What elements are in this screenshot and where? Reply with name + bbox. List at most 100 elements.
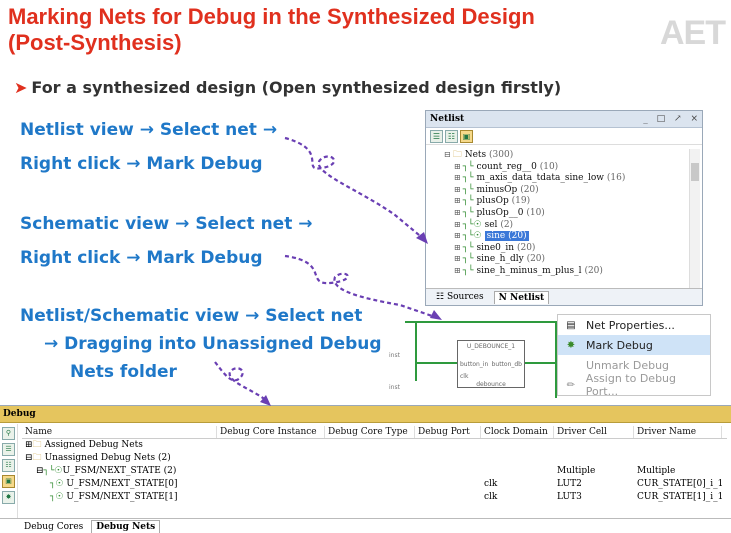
tree-item-sine[interactable]: ⊞ ┐└☉ sine (20) — [444, 230, 688, 242]
collapse-toggle-icon[interactable]: ⊟ — [36, 466, 44, 476]
arrow-drag — [214, 361, 269, 403]
expand-toggle-icon[interactable]: ⊞ — [454, 196, 461, 205]
tab-debug-nets[interactable]: Debug Nets — [91, 520, 161, 533]
tree-item-m-axis-data[interactable]: ⊞ ┐└ m_axis_data_tdata_sine_low (16) — [444, 172, 688, 184]
tree-item-label: sel — [484, 219, 498, 230]
column-header[interactable]: Name — [22, 426, 217, 438]
empty-cell — [325, 478, 415, 491]
float-icon[interactable]: ↗ — [674, 114, 682, 124]
debug-net-icon: ┐└☉ — [462, 219, 482, 230]
clock-domain-cell: clk — [484, 492, 498, 502]
tab-netlist[interactable]: N Netlist — [493, 290, 550, 304]
column-header[interactable]: Debug Core Instance — [217, 426, 325, 438]
clock-domain-cell: clk — [484, 479, 498, 489]
debug-tabs: Debug Cores Debug Nets — [0, 518, 731, 533]
expand-toggle-icon[interactable]: ⊞ — [454, 162, 461, 171]
netlist-icon: N — [498, 292, 510, 303]
tree-item-sine-h-dly[interactable]: ⊞ ┐└ sine_h_dly (20) — [444, 253, 688, 265]
tree-item-label: sine0_in — [476, 242, 515, 253]
netlist-tabs: ☷ Sources N Netlist — [426, 288, 702, 305]
menu-mark-debug[interactable]: ✸ Mark Debug — [558, 335, 710, 355]
bullet-arrow-icon: ➤ — [14, 78, 28, 97]
expand-toggle-icon[interactable]: ⊞ — [454, 208, 461, 217]
clk-port-label: clk — [460, 373, 469, 380]
tree-item-sine-h-minus[interactable]: ⊞ ┐└ sine_h_minus_m_plus_l (20) — [444, 265, 688, 277]
tree-item-plusop-0[interactable]: ⊞ ┐└ plusOp__0 (10) — [444, 207, 688, 219]
tab-sources[interactable]: ☷ Sources — [432, 291, 488, 303]
schematic-net[interactable] — [405, 321, 560, 323]
row-name-cell: ┐☉ U_FSM/NEXT_STATE[1] — [22, 491, 217, 504]
netlist-toolbar: ☰ ☷ ▣ — [426, 128, 702, 145]
tab-debug-cores[interactable]: Debug Cores — [20, 521, 87, 533]
driver-cell: LUT2 — [557, 479, 582, 489]
collapse-toggle-icon[interactable]: ⊟ — [25, 453, 33, 463]
tab-netlist-label: Netlist — [509, 292, 545, 303]
maximize-icon[interactable]: □ — [657, 114, 666, 124]
set-up-debug-icon[interactable]: ✸ — [2, 491, 15, 504]
tree-item-count: (10) — [539, 161, 559, 172]
tree-item-count: (20) — [520, 184, 539, 195]
tree-item-count: (20) — [508, 231, 527, 242]
tree-item-sine0-in[interactable]: ⊞ ┐└ sine0_in (20) — [444, 242, 688, 254]
collapse-all-icon[interactable]: ☰ — [2, 443, 15, 456]
expand-toggle-icon[interactable]: ⊞ — [454, 243, 461, 252]
column-header[interactable]: Debug Core Type — [325, 426, 415, 438]
debug-titlebar: Debug — [0, 406, 731, 423]
collapse-all-icon[interactable]: ☰ — [430, 129, 443, 143]
close-icon[interactable]: × — [690, 114, 698, 124]
tree-item-label: count_reg__0 — [476, 161, 537, 172]
row-name: U_FSM/NEXT_STATE (2) — [62, 466, 177, 476]
inst-label: inst — [389, 384, 400, 391]
table-row[interactable]: ⊟🗀 Unassigned Debug Nets (2) — [22, 452, 727, 465]
column-header[interactable]: Driver Cell — [554, 426, 634, 438]
tree-root-nets[interactable]: ⊟ 🗀 Nets (300) — [444, 149, 688, 161]
debug-window: Debug ⚲ ☰ ☷ ▣ ✸ Name Debug Core Instance… — [0, 405, 731, 533]
expand-all-icon[interactable]: ☷ — [2, 459, 15, 472]
search-icon[interactable]: ⚲ — [2, 427, 15, 440]
subtitle-text: For a synthesized design (Open synthesiz… — [31, 78, 562, 97]
slide-title-line1: Marking Nets for Debug in the Synthesize… — [8, 4, 535, 29]
schematic-view[interactable]: U_DEBOUNCE_1 button_in button_db clk deb… — [385, 318, 560, 398]
expand-toggle-icon[interactable]: ⊞ — [454, 220, 461, 229]
expand-all-icon[interactable]: ☷ — [445, 129, 458, 143]
folder-icon: 🗀 — [32, 440, 42, 450]
column-header[interactable]: Driver Name — [634, 426, 722, 438]
expand-toggle-icon[interactable]: ⊞ — [454, 231, 461, 240]
schematic-net[interactable] — [415, 321, 417, 381]
menu-net-properties[interactable]: ▤ Net Properties... — [558, 315, 710, 335]
tree-item-count: (19) — [511, 196, 531, 207]
expand-toggle-icon[interactable]: ⊞ — [454, 185, 461, 194]
show-hierarchy-icon[interactable]: ▣ — [460, 129, 473, 143]
collapse-toggle-icon[interactable]: ⊟ — [444, 150, 451, 159]
tree-item-count-reg[interactable]: ⊞ ┐└ count_reg__0 (10) — [444, 161, 688, 173]
expand-toggle-icon[interactable]: ⊞ — [454, 254, 461, 263]
menu-assign-debug-port[interactable]: ✏ Assign to Debug Port... — [558, 372, 710, 398]
tab-sources-label: Sources — [446, 292, 484, 302]
debug-title: Debug — [3, 409, 36, 419]
debounce-block[interactable]: U_DEBOUNCE_1 button_in button_db clk deb… — [457, 340, 525, 388]
tree-item-sel[interactable]: ⊞ ┐└☉ sel (2) — [444, 219, 688, 231]
empty-cell — [325, 465, 415, 478]
tree-item-minusop[interactable]: ⊞ ┐└ minusOp (20) — [444, 184, 688, 196]
bug-icon: ✸ — [566, 339, 576, 351]
folder-icon: 🗀 — [32, 453, 42, 463]
show-hierarchy-icon[interactable]: ▣ — [2, 475, 15, 488]
clock-domain-cell — [481, 465, 554, 478]
table-row[interactable]: ┐☉ U_FSM/NEXT_STATE[0] clk LUT2 CUR_STAT… — [22, 478, 727, 491]
column-header[interactable]: Debug Port — [415, 426, 481, 438]
table-row[interactable]: ⊟┐└☉U_FSM/NEXT_STATE (2) Multiple Multip… — [22, 465, 727, 478]
minimize-icon[interactable]: _ — [643, 114, 648, 124]
tree-item-plusop[interactable]: ⊞ ┐└ plusOp (19) — [444, 195, 688, 207]
table-row[interactable]: ⊞🗀 Assigned Debug Nets — [22, 439, 727, 452]
expand-toggle-icon[interactable]: ⊞ — [25, 440, 33, 450]
column-header[interactable]: Clock Domain — [481, 426, 554, 438]
schematic-net[interactable] — [415, 362, 457, 364]
scrollbar-thumb[interactable] — [691, 163, 699, 181]
expand-toggle-icon[interactable]: ⊞ — [454, 266, 461, 275]
table-row[interactable]: ┐☉ U_FSM/NEXT_STATE[1] clk LUT3 CUR_STAT… — [22, 491, 727, 504]
schematic-net[interactable] — [525, 362, 555, 364]
net-icon: ┐└ — [462, 184, 474, 195]
netlist-scrollbar[interactable] — [689, 149, 700, 289]
expand-toggle-icon[interactable]: ⊞ — [454, 173, 461, 182]
properties-icon: ▤ — [566, 319, 576, 331]
